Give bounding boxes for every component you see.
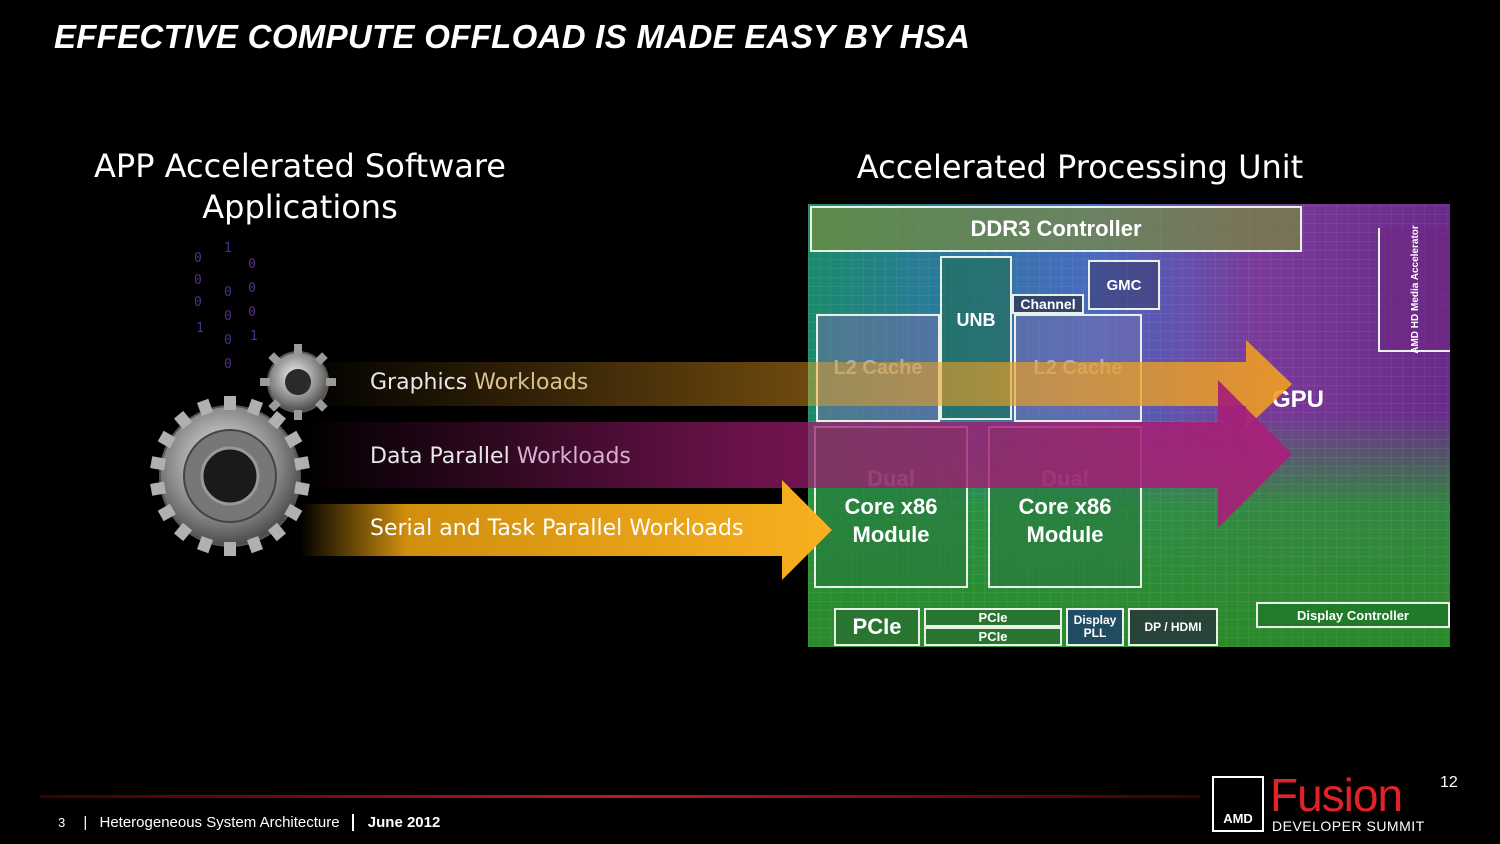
page-number: 3: [58, 815, 66, 830]
slide-title: EFFECTIVE COMPUTE OFFLOAD IS MADE EASY B…: [54, 18, 971, 55]
fusion-superscript: 12: [1440, 774, 1458, 791]
right-heading: Accelerated Processing Unit: [856, 148, 1304, 186]
svg-text:0: 0: [194, 251, 202, 266]
svg-text:0: 0: [194, 273, 202, 288]
footer-divider-line: [40, 795, 1200, 798]
ddr3-controller-block: DDR3 Controller: [810, 206, 1302, 252]
svg-text:1: 1: [196, 321, 204, 336]
svg-text:1: 1: [224, 241, 232, 256]
pcie-large-block: PCIe: [834, 608, 920, 646]
svg-text:0: 0: [224, 285, 232, 300]
pcie-small-block-2: PCIe: [924, 627, 1062, 646]
graphics-label-a: Graphics: [370, 370, 468, 395]
amd-logo-text: AMD: [1223, 811, 1253, 826]
footer-separator: |: [83, 814, 88, 831]
svg-text:0: 0: [224, 333, 232, 348]
channel-block: Channel: [1012, 294, 1084, 314]
data-label-b: Workloads: [516, 444, 631, 469]
amd-fusion-logo: AMD Fusion 12 DEVELOPER SUMMIT: [1212, 769, 1462, 836]
serial-workloads-label: Serial and Task Parallel Workloads: [370, 516, 744, 541]
svg-text:0: 0: [194, 295, 202, 310]
display-pll-block: Display PLL: [1066, 608, 1124, 646]
left-heading-line1: APP Accelerated Software: [94, 147, 506, 185]
footer-date: June 2012: [351, 814, 441, 831]
fusion-wordmark: Fusion: [1270, 769, 1403, 821]
pcie-small-block-1: PCIe: [924, 608, 1062, 627]
amd-logo-icon: AMD: [1212, 776, 1264, 832]
data-parallel-workloads-label: Data Parallel Workloads: [370, 444, 631, 469]
gmc-block: GMC: [1088, 260, 1160, 310]
svg-text:1: 1: [250, 329, 258, 344]
graphics-workloads-label: Graphics Workloads: [370, 370, 588, 395]
data-label-a: Data Parallel: [370, 444, 510, 469]
left-heading: APP Accelerated Software Applications: [70, 146, 530, 228]
display-controller-block: Display Controller: [1256, 602, 1450, 628]
svg-text:0: 0: [248, 281, 256, 296]
media-accelerator-label: AMD HD Media Accelerator: [1409, 224, 1421, 354]
svg-text:0: 0: [224, 309, 232, 324]
graphics-label-b: Workloads: [474, 370, 589, 395]
developer-summit-text: DEVELOPER SUMMIT: [1272, 818, 1425, 834]
svg-text:0: 0: [248, 305, 256, 320]
display-pll-line2: PLL: [1083, 626, 1107, 640]
footer: 3 | Heterogeneous System Architecture Ju…: [58, 814, 441, 831]
left-heading-line2: Applications: [202, 188, 398, 226]
svg-text:0: 0: [248, 257, 256, 272]
footer-section: Heterogeneous System Architecture: [99, 814, 340, 831]
media-accelerator-block: AMD HD Media Accelerator: [1378, 224, 1450, 354]
dp-hdmi-block: DP / HDMI: [1128, 608, 1218, 646]
svg-text:0: 0: [224, 357, 232, 372]
